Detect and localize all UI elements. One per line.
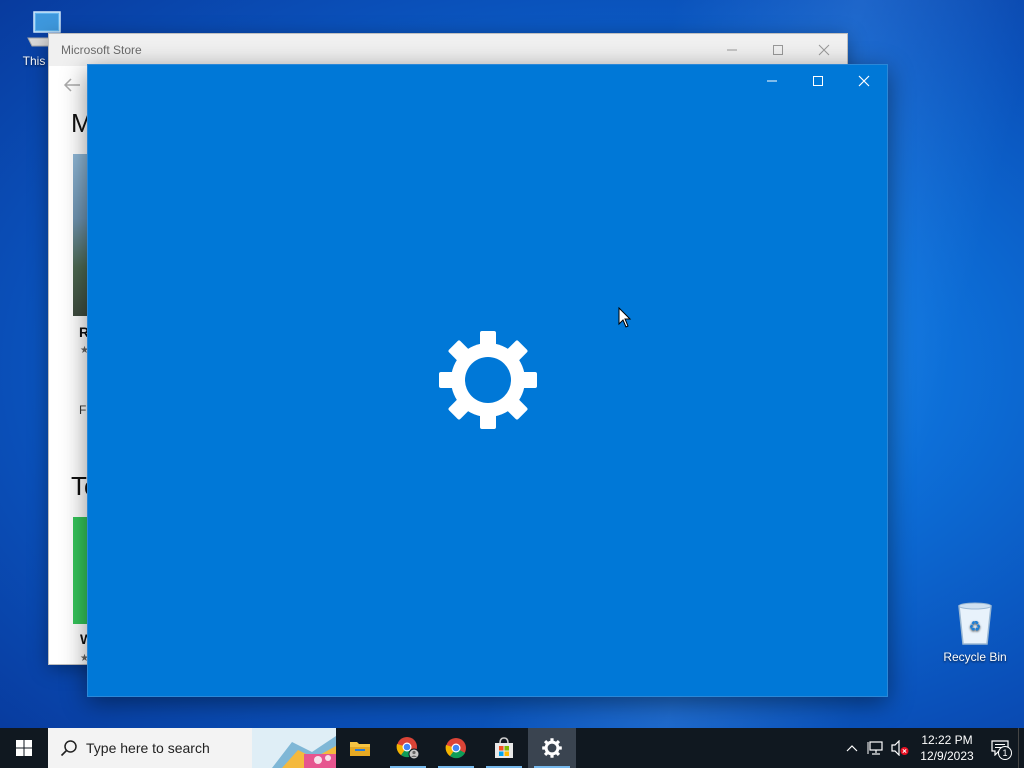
settings-maximize-button[interactable]	[795, 65, 841, 97]
chrome-icon	[445, 738, 466, 759]
notification-count-badge: 1	[998, 746, 1012, 760]
taskbar: Type here to search 12:22 PM 12/9/2023 1	[0, 728, 1024, 768]
store-icon	[495, 737, 513, 758]
system-tray: 12:22 PM 12/9/2023 1	[840, 728, 1024, 768]
tray-overflow-button[interactable]	[840, 728, 864, 768]
chrome-profile-icon	[396, 737, 420, 760]
taskbar-google-chrome[interactable]	[432, 728, 480, 768]
store-window-title: Microsoft Store	[61, 43, 142, 57]
gear-icon	[542, 738, 562, 758]
show-desktop-button[interactable]	[1018, 728, 1024, 768]
search-icon	[60, 740, 77, 757]
taskbar-clock[interactable]: 12:22 PM 12/9/2023	[912, 732, 982, 764]
start-button[interactable]	[0, 728, 48, 768]
settings-minimize-button[interactable]	[749, 65, 795, 97]
network-icon	[867, 741, 883, 755]
store-back-button[interactable]	[63, 78, 81, 97]
store-titlebar[interactable]: Microsoft Store	[49, 34, 847, 66]
close-icon	[858, 75, 870, 87]
volume-muted-icon	[891, 740, 909, 756]
taskbar-microsoft-store[interactable]	[480, 728, 528, 768]
maximize-icon	[813, 76, 823, 86]
search-highlight-illustration	[252, 728, 336, 768]
minimize-icon	[727, 49, 737, 51]
mouse-cursor-icon	[618, 307, 632, 328]
store-close-button[interactable]	[801, 34, 847, 66]
tray-network-button[interactable]	[864, 728, 888, 768]
taskbar-search-box[interactable]: Type here to search	[48, 728, 336, 768]
back-arrow-icon	[63, 78, 80, 92]
tray-volume-button[interactable]	[888, 728, 912, 768]
desktop-icon-label: Recycle Bin	[943, 650, 1007, 664]
close-icon	[818, 44, 830, 56]
chevron-up-icon	[846, 745, 858, 752]
svg-text:♻: ♻	[969, 619, 982, 635]
gear-icon	[439, 331, 537, 429]
taskbar-file-explorer[interactable]	[336, 728, 384, 768]
settings-window[interactable]	[87, 64, 888, 697]
store-maximize-button[interactable]	[755, 34, 801, 66]
windows-logo-icon	[16, 740, 32, 756]
folder-icon	[350, 742, 370, 756]
settings-close-button[interactable]	[841, 65, 887, 97]
minimize-icon	[767, 80, 777, 82]
clock-date: 12/9/2023	[920, 749, 974, 763]
action-center-button[interactable]: 1	[982, 728, 1018, 768]
taskbar-chrome-profile[interactable]	[384, 728, 432, 768]
recycle-bin-icon: ♻	[958, 602, 992, 645]
store-minimize-button[interactable]	[709, 34, 755, 66]
maximize-icon	[773, 45, 783, 55]
desktop-icon-recycle-bin[interactable]: ♻ Recycle Bin	[939, 600, 1011, 664]
search-placeholder: Type here to search	[86, 740, 210, 756]
taskbar-settings[interactable]	[528, 728, 576, 768]
clock-time: 12:22 PM	[921, 733, 973, 747]
